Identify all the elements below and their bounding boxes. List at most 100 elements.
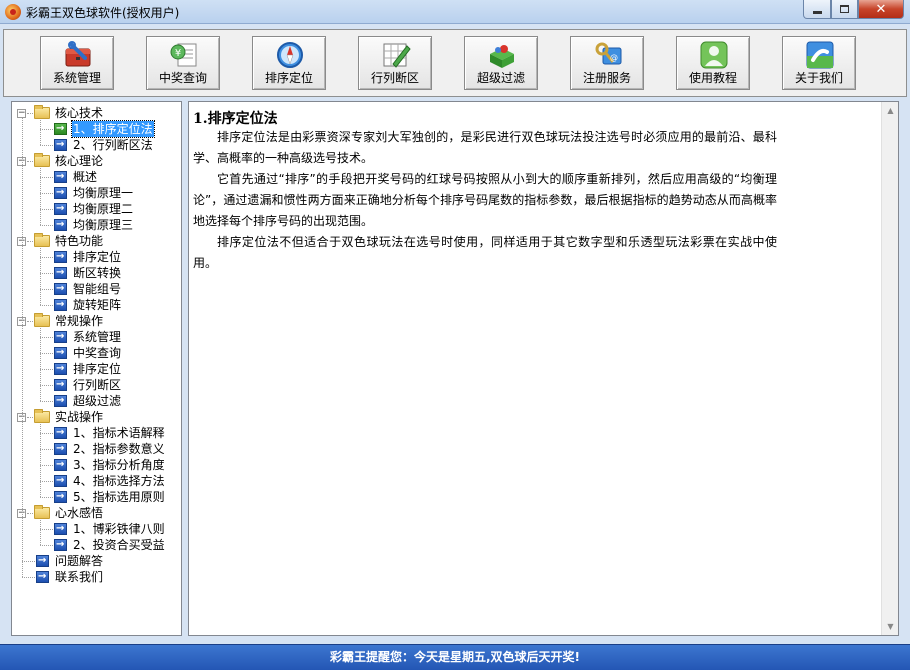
tree-node-label: 4、指标选择方法 [73, 474, 165, 488]
article-paragraph: 它首先通过“排序”的手段把开奖号码的红球号码按照从小到大的顺序重新排列，然后应用… [193, 172, 777, 228]
tree-item-node[interactable]: 2、行列断区法 [12, 137, 181, 153]
tree-item-node[interactable]: 系统管理 [12, 329, 181, 345]
page-arrow-icon [54, 297, 67, 313]
tree-node-label: 2、投资合买受益 [73, 538, 165, 552]
tree-item-node[interactable]: 旋转矩阵 [12, 297, 181, 313]
vertical-scrollbar[interactable]: ▲ ▼ [881, 102, 898, 635]
tree-connector-line [40, 529, 53, 530]
tree-node-label: 智能组号 [73, 282, 122, 296]
tree-item-node[interactable]: 排序定位 [12, 249, 181, 265]
folder-icon [34, 505, 50, 519]
compass-icon [277, 42, 303, 68]
tree-item-node[interactable]: 均衡原理一 [12, 185, 181, 201]
tree-connector-line [40, 129, 53, 130]
folder-icon [34, 153, 50, 167]
toolbar-button-sort-position[interactable]: 排序定位 [252, 36, 326, 90]
tree-item-node[interactable]: 均衡原理二 [12, 201, 181, 217]
toolbar-button-prize-query[interactable]: ¥ 中奖查询 [146, 36, 220, 90]
tree-node-label: 1、排序定位法 [71, 120, 155, 138]
scroll-up-icon[interactable]: ▲ [882, 102, 898, 119]
navigation-tree[interactable]: − 核心技术1、排序定位法2、行列断区法−核心理论概述均衡原理一均衡原理二均衡原理… [11, 101, 182, 636]
tree-item-node[interactable]: 1、指标术语解释 [12, 425, 181, 441]
tree-connector-line [40, 225, 53, 226]
tree-connector-line [40, 385, 53, 386]
tree-connector-line [27, 161, 33, 162]
svg-text:¥: ¥ [175, 48, 181, 59]
tree-connector-line [40, 273, 53, 274]
tree-connector-line [22, 118, 23, 577]
tree-connector-line [40, 328, 41, 401]
status-message: 彩霸王提醒您：今天是星期五,双色球后天开奖! [329, 650, 581, 664]
keys-icon: @ [595, 42, 622, 65]
toolbar-button-row-column[interactable]: 行列断区 [358, 36, 432, 90]
tree-node-label: 5、指标选用原则 [73, 490, 165, 504]
tree-item-node[interactable]: 联系我们 [12, 569, 181, 585]
tree-node-label: 均衡原理一 [73, 186, 134, 200]
tree-folder-node[interactable]: − 核心技术 [12, 105, 181, 121]
tree-connector-line [40, 289, 53, 290]
tree-item-node[interactable]: 4、指标选择方法 [12, 473, 181, 489]
tree-item-node[interactable]: 智能组号 [12, 281, 181, 297]
tree-connector-line [40, 449, 53, 450]
tree-item-node[interactable]: 均衡原理三 [12, 217, 181, 233]
tree-item-node[interactable]: 中奖查询 [12, 345, 181, 361]
page-arrow-icon [54, 393, 67, 409]
tree-folder-node[interactable]: − 核心理论 [12, 153, 181, 169]
scroll-down-icon[interactable]: ▼ [882, 618, 898, 635]
tree-folder-node[interactable]: − 实战操作 [12, 409, 181, 425]
page-arrow-icon [54, 137, 67, 153]
page-arrow-icon [54, 345, 67, 361]
close-button[interactable]: ✕ [858, 0, 904, 19]
title-bar[interactable]: 彩霸王双色球软件(授权用户) ✕ [0, 0, 910, 24]
toolbar-button-label: 关于我们 [794, 71, 843, 85]
page-arrow-icon [36, 569, 49, 585]
toolbar-button-register[interactable]: @ 注册服务 [570, 36, 644, 90]
tree-connector-line [40, 193, 53, 194]
collapse-toggle-icon[interactable]: − [17, 109, 26, 118]
page-arrow-icon [54, 425, 67, 441]
tree-connector-line [40, 177, 53, 178]
maximize-button[interactable] [831, 0, 858, 19]
article-heading: 1.排序定位法 [193, 111, 278, 127]
tree-node-label: 超级过滤 [73, 394, 122, 408]
folder-icon [34, 313, 50, 327]
status-bar: 彩霸王提醒您：今天是星期五,双色球后天开奖! [0, 644, 910, 670]
tree-item-node[interactable]: 3、指标分析角度 [12, 457, 181, 473]
tree-item-node[interactable]: 超级过滤 [12, 393, 181, 409]
tree-connector-line [40, 120, 41, 145]
tree-item-node[interactable]: 排序定位 [12, 361, 181, 377]
tree-folder-node[interactable]: − 心水感悟 [12, 505, 181, 521]
tree-node-label: 2、指标参数意义 [73, 442, 165, 456]
page-arrow-icon [54, 441, 67, 457]
tree-node-label: 3、指标分析角度 [73, 458, 165, 472]
tree-item-node[interactable]: 行列断区 [12, 377, 181, 393]
tree-connector-line [40, 433, 53, 434]
tree-item-node[interactable]: 5、指标选用原则 [12, 489, 181, 505]
page-arrow-icon [54, 329, 67, 345]
toolbar-button-about[interactable]: 关于我们 [782, 36, 856, 90]
toolbar-button-super-filter[interactable]: 超级过滤 [464, 36, 538, 90]
tree-folder-node[interactable]: − 常规操作 [12, 313, 181, 329]
tree-item-node[interactable]: 概述 [12, 169, 181, 185]
tree-connector-line [40, 497, 53, 498]
page-arrow-icon [54, 201, 67, 217]
minimize-button[interactable] [803, 0, 831, 19]
tree-connector-line [40, 337, 53, 338]
tree-node-label: 断区转换 [73, 266, 122, 280]
toolbar-button-label: 排序定位 [264, 71, 313, 85]
tree-item-node[interactable]: 1、博彩铁律八则 [12, 521, 181, 537]
tree-node-label: 中奖查询 [73, 346, 122, 360]
tree-item-node[interactable]: 1、排序定位法 [12, 120, 181, 138]
tree-node-label: 排序定位 [73, 250, 122, 264]
tree-item-node[interactable]: 问题解答 [12, 553, 181, 569]
tree-item-node[interactable]: 断区转换 [12, 265, 181, 281]
tree-item-node[interactable]: 2、指标参数意义 [12, 441, 181, 457]
tree-item-node[interactable]: 2、投资合买受益 [12, 537, 181, 553]
toolbar-button-system[interactable]: 系统管理 [40, 36, 114, 90]
toolbar-button-tutorial[interactable]: 使用教程 [676, 36, 750, 90]
toolbox-icon [65, 41, 91, 67]
article-panel[interactable]: 1.排序定位法 排序定位法是由彩票资深专家刘大军独创的，是彩民进行双色球玩法投注… [188, 101, 899, 636]
tree-connector-line [40, 145, 53, 146]
tree-connector-line [27, 417, 33, 418]
tree-folder-node[interactable]: − 特色功能 [12, 233, 181, 249]
